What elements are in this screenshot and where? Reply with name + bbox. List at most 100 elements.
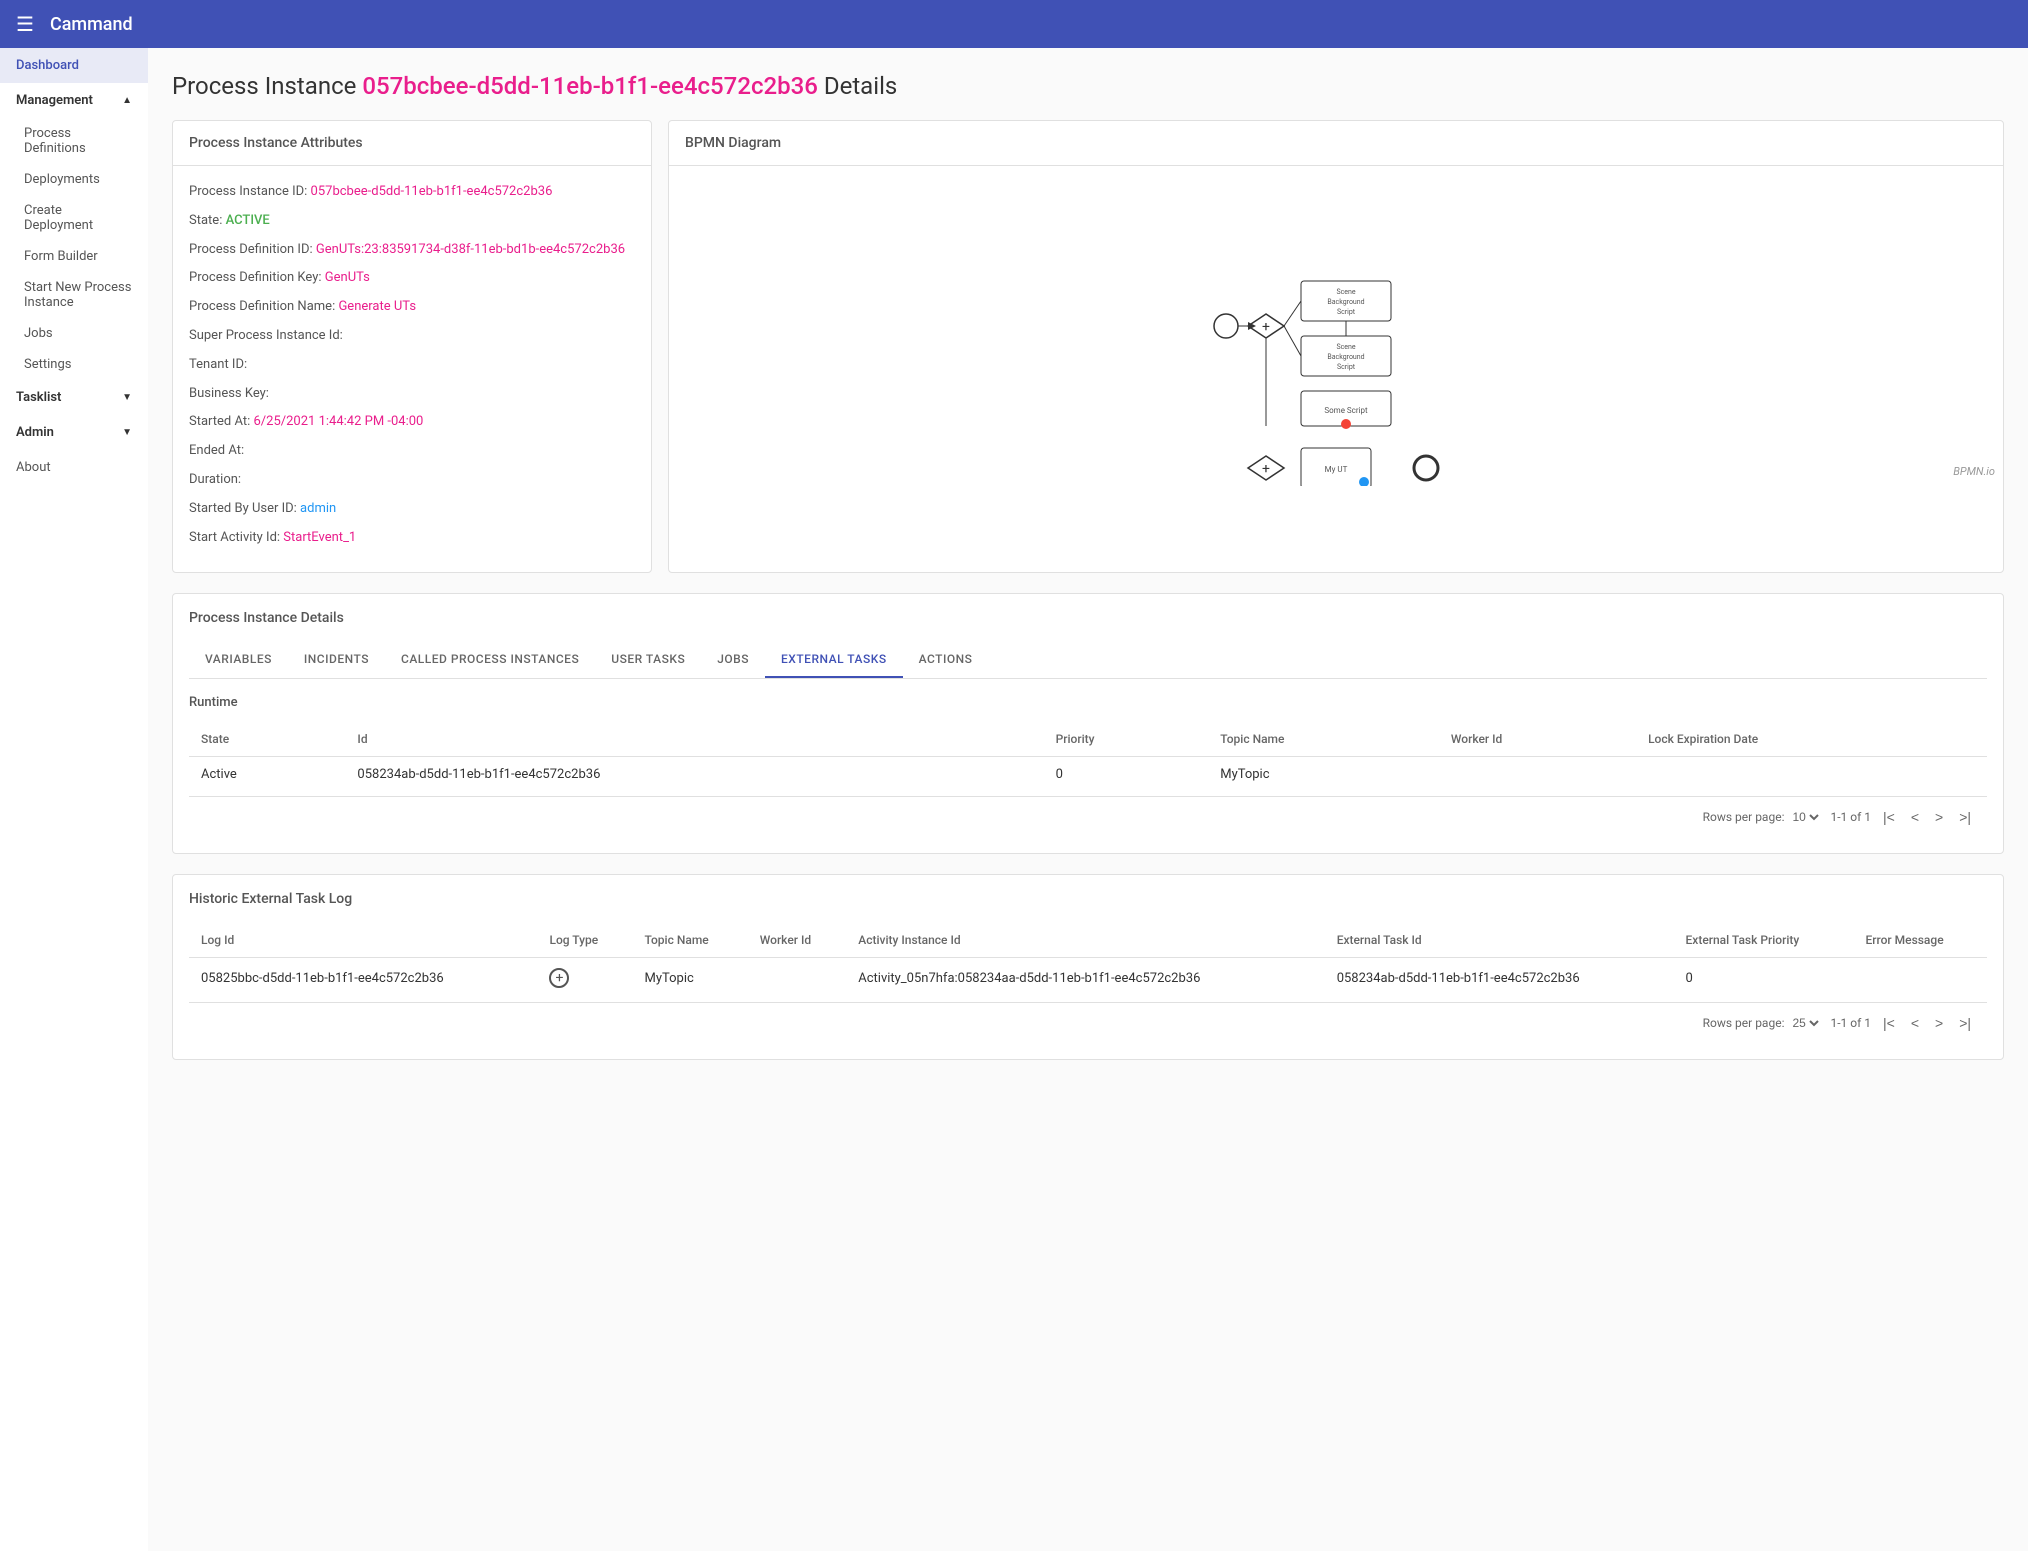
table-row: Active 058234ab-d5dd-11eb-b1f1-ee4c572c2… bbox=[189, 757, 1987, 793]
col-state: State bbox=[189, 722, 345, 757]
details-title: Process Instance Details bbox=[189, 610, 1987, 626]
runtime-pagination: Rows per page: 10 25 50 1-1 of 1 |< < > … bbox=[189, 796, 1987, 837]
sidebar-item-deployments[interactable]: Deployments bbox=[0, 164, 148, 195]
hist-col-error-message: Error Message bbox=[1854, 923, 1987, 958]
attr-ended-at: Ended At: bbox=[189, 441, 635, 462]
pagination-range: 1-1 of 1 bbox=[1830, 810, 1871, 824]
hist-col-topic-name: Topic Name bbox=[632, 923, 747, 958]
hist-cell-topic-name: MyTopic bbox=[632, 958, 747, 999]
hist-prev-page-button[interactable]: < bbox=[1907, 1011, 1923, 1035]
svg-text:Background: Background bbox=[1327, 353, 1364, 361]
attr-state: State: ACTIVE bbox=[189, 211, 635, 232]
tab-user-tasks[interactable]: USER TASKS bbox=[595, 642, 701, 678]
attr-super-process-id: Super Process Instance Id: bbox=[189, 326, 635, 347]
cell-state: Active bbox=[189, 757, 345, 793]
hist-cell-activity-instance-id: Activity_05n7hfa:058234aa-d5dd-11eb-b1f1… bbox=[846, 958, 1324, 999]
prev-page-button[interactable]: < bbox=[1907, 805, 1923, 829]
runtime-label: Runtime bbox=[189, 695, 1987, 710]
col-worker-id: Worker Id bbox=[1439, 722, 1636, 757]
sidebar-item-settings[interactable]: Settings bbox=[0, 349, 148, 380]
chevron-down-icon: ▼ bbox=[122, 392, 132, 403]
attr-process-definition-key: Process Definition Key: GenUTs bbox=[189, 268, 635, 289]
svg-text:Scene: Scene bbox=[1336, 288, 1355, 296]
bpmn-card-header: BPMN Diagram bbox=[669, 121, 2003, 166]
hist-cell-log-type: + bbox=[537, 958, 632, 999]
bpmn-watermark: BPMN.io bbox=[1953, 465, 1995, 478]
sidebar-item-dashboard[interactable]: Dashboard bbox=[0, 48, 148, 83]
hist-col-activity-instance-id: Activity Instance Id bbox=[846, 923, 1324, 958]
tab-called-process-instances[interactable]: CALLED PROCESS INSTANCES bbox=[385, 642, 595, 678]
hist-col-external-task-id: External Task Id bbox=[1325, 923, 1674, 958]
attr-process-definition-name: Process Definition Name: Generate UTs bbox=[189, 297, 635, 318]
tab-actions[interactable]: ACTIONS bbox=[903, 642, 989, 678]
runtime-table: State Id Priority Topic Name Worker Id L… bbox=[189, 722, 1987, 792]
chevron-up-icon: ▲ bbox=[122, 95, 132, 106]
hist-last-page-button[interactable]: >| bbox=[1955, 1011, 1975, 1035]
svg-text:My UT: My UT bbox=[1325, 465, 1348, 474]
sidebar-item-management[interactable]: Management ▲ bbox=[0, 83, 148, 118]
sidebar-item-jobs[interactable]: Jobs bbox=[0, 318, 148, 349]
layout: Dashboard Management ▲ Process Definitio… bbox=[0, 48, 2028, 1551]
hist-col-worker-id: Worker Id bbox=[748, 923, 847, 958]
sidebar-item-create-deployment[interactable]: Create Deployment bbox=[0, 195, 148, 241]
historic-table-row: 05825bbc-d5dd-11eb-b1f1-ee4c572c2b36 + M… bbox=[189, 958, 1987, 999]
hist-col-log-id: Log Id bbox=[189, 923, 537, 958]
attr-process-definition-id: Process Definition ID: GenUTs:23:8359173… bbox=[189, 240, 635, 261]
hist-col-external-task-priority: External Task Priority bbox=[1674, 923, 1854, 958]
sidebar-item-form-builder[interactable]: Form Builder bbox=[0, 241, 148, 272]
sidebar-item-process-definitions[interactable]: Process Definitions bbox=[0, 118, 148, 164]
menu-icon[interactable]: ☰ bbox=[16, 12, 34, 36]
col-lock-expiration: Lock Expiration Date bbox=[1636, 722, 1987, 757]
tab-external-tasks[interactable]: EXTERNAL TASKS bbox=[765, 642, 903, 678]
bpmn-svg: + Scene Background Script Scene Backgrou… bbox=[1196, 166, 1476, 486]
bpmn-diagram-area[interactable]: + Scene Background Script Scene Backgrou… bbox=[669, 166, 2003, 486]
cell-lock-expiration bbox=[1636, 757, 1987, 793]
hist-next-page-button[interactable]: > bbox=[1931, 1011, 1947, 1035]
main-content: Process Instance 057bcbee-d5dd-11eb-b1f1… bbox=[148, 48, 2028, 1551]
sidebar-item-about[interactable]: About bbox=[0, 450, 148, 485]
details-card: Process Instance Details VARIABLES INCID… bbox=[172, 593, 2004, 854]
cell-topic-name: MyTopic bbox=[1208, 757, 1439, 793]
svg-text:Script: Script bbox=[1337, 308, 1356, 316]
attr-started-at: Started At: 6/25/2021 1:44:42 PM -04:00 bbox=[189, 412, 635, 433]
tab-jobs[interactable]: JOBS bbox=[701, 642, 765, 678]
rows-per-page-select[interactable]: 10 25 50 bbox=[1788, 809, 1822, 825]
sidebar: Dashboard Management ▲ Process Definitio… bbox=[0, 48, 148, 1551]
last-page-button[interactable]: >| bbox=[1955, 805, 1975, 829]
sidebar-item-admin[interactable]: Admin ▼ bbox=[0, 415, 148, 450]
col-topic-name: Topic Name bbox=[1208, 722, 1439, 757]
svg-text:Background: Background bbox=[1327, 298, 1364, 306]
col-priority: Priority bbox=[1044, 722, 1209, 757]
page-title: Process Instance 057bcbee-d5dd-11eb-b1f1… bbox=[172, 72, 2004, 100]
sidebar-item-start-new-process[interactable]: Start New Process Instance bbox=[0, 272, 148, 318]
hist-rows-per-page-select[interactable]: 25 10 50 bbox=[1788, 1015, 1822, 1031]
tab-incidents[interactable]: INCIDENTS bbox=[288, 642, 385, 678]
attr-process-instance-id: Process Instance ID: 057bcbee-d5dd-11eb-… bbox=[189, 182, 635, 203]
rows-per-page-section: Rows per page: 10 25 50 bbox=[1703, 809, 1823, 825]
sidebar-item-tasklist[interactable]: Tasklist ▼ bbox=[0, 380, 148, 415]
bpmn-card: BPMN Diagram + bbox=[668, 120, 2004, 573]
hist-first-page-button[interactable]: |< bbox=[1879, 1011, 1899, 1035]
attributes-card-body: Process Instance ID: 057bcbee-d5dd-11eb-… bbox=[173, 166, 651, 572]
hist-cell-external-task-priority: 0 bbox=[1674, 958, 1854, 999]
hist-cell-log-id: 05825bbc-d5dd-11eb-b1f1-ee4c572c2b36 bbox=[189, 958, 537, 999]
tab-variables[interactable]: VARIABLES bbox=[189, 642, 288, 678]
svg-text:Scene: Scene bbox=[1336, 343, 1355, 351]
app-title: Cammand bbox=[50, 14, 133, 35]
attributes-card-header: Process Instance Attributes bbox=[173, 121, 651, 166]
svg-text:Script: Script bbox=[1337, 363, 1356, 371]
svg-text:+: + bbox=[1262, 461, 1270, 477]
col-id: Id bbox=[345, 722, 1043, 757]
next-page-button[interactable]: > bbox=[1931, 805, 1947, 829]
cell-worker-id bbox=[1439, 757, 1636, 793]
attr-start-activity-id: Start Activity Id: StartEvent_1 bbox=[189, 528, 635, 549]
hist-cell-error-message bbox=[1854, 958, 1987, 999]
historic-pagination: Rows per page: 25 10 50 1-1 of 1 |< < > … bbox=[189, 1002, 1987, 1043]
top-section: Process Instance Attributes Process Inst… bbox=[172, 120, 2004, 573]
attributes-card: Process Instance Attributes Process Inst… bbox=[172, 120, 652, 573]
first-page-button[interactable]: |< bbox=[1879, 805, 1899, 829]
svg-text:+: + bbox=[1262, 319, 1270, 335]
topbar: ☰ Cammand bbox=[0, 0, 2028, 48]
historic-title: Historic External Task Log bbox=[189, 891, 1987, 907]
hist-cell-external-task-id: 058234ab-d5dd-11eb-b1f1-ee4c572c2b36 bbox=[1325, 958, 1674, 999]
